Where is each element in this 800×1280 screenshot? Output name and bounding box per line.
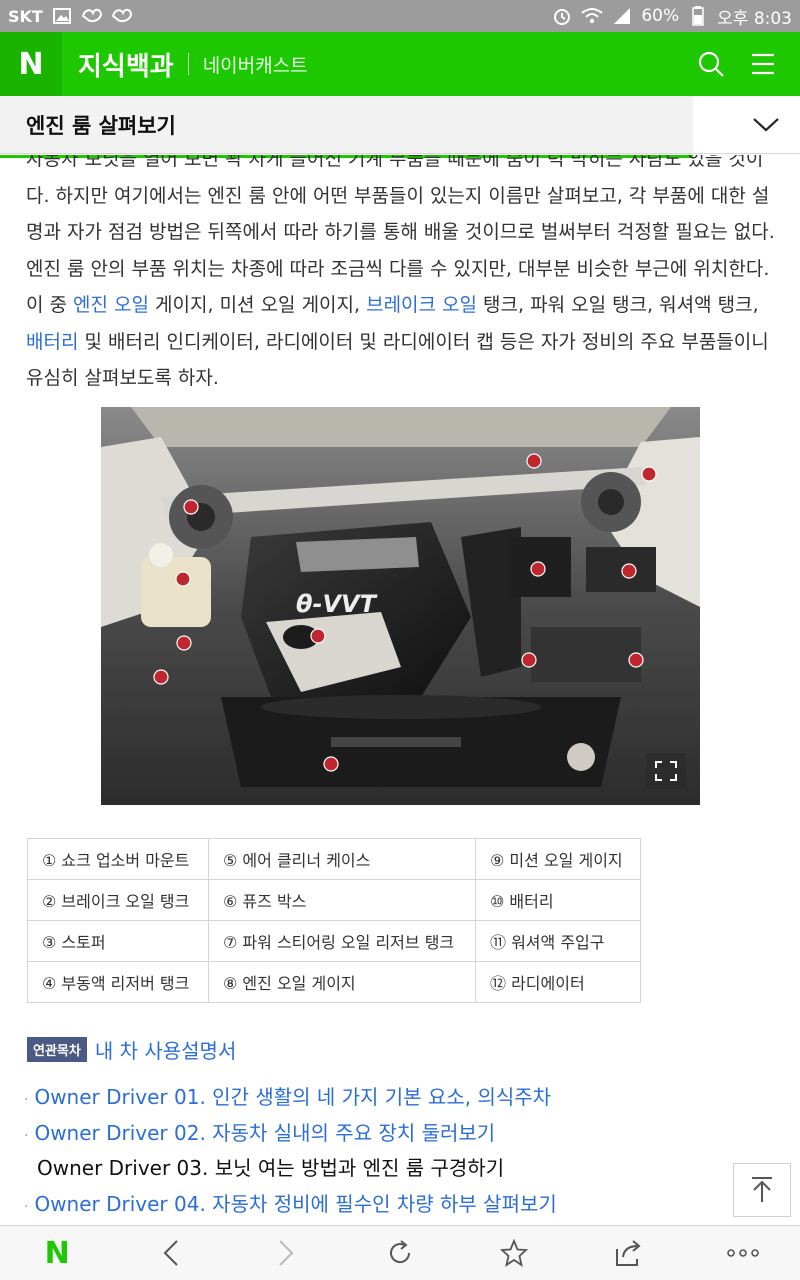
share-button[interactable] <box>599 1228 659 1278</box>
site-subtitle[interactable]: 네이버캐스트 <box>203 51 308 78</box>
chevron-down-icon <box>753 118 779 132</box>
engine-room-photo[interactable]: θ-VVT <box>101 407 700 805</box>
table-cell: ⑧ 엔진 오일 게이지 <box>208 961 476 1003</box>
forward-icon <box>278 1240 294 1266</box>
related-badge: 연관목차 <box>27 1037 87 1062</box>
table-cell: ② 브레이크 오일 탱크 <box>27 879 209 921</box>
related-book-link[interactable]: 내 차 사용설명서 <box>95 1035 237 1064</box>
table-cell: ⑩ 배터리 <box>475 879 641 921</box>
image-icon <box>51 6 73 26</box>
table-row: ③ 스토퍼 ⑦ 파워 스티어링 오일 리저브 탱크 ⑪ 워셔액 주입구 <box>27 920 641 962</box>
bird-icon <box>111 6 133 26</box>
table-cell: ⑪ 워셔액 주입구 <box>475 920 641 962</box>
toc-item[interactable]: · Owner Driver 04. 자동차 정비에 필수인 차량 하부 살펴보기 <box>24 1187 784 1223</box>
search-icon <box>698 51 724 77</box>
site-title[interactable]: 지식백과 <box>78 46 174 83</box>
table-cell: ⑤ 에어 클리너 케이스 <box>208 838 476 880</box>
back-icon <box>164 1240 179 1266</box>
menu-button[interactable] <box>748 49 778 79</box>
wifi-icon <box>581 6 603 26</box>
refresh-button[interactable] <box>370 1228 430 1278</box>
arrow-up-icon <box>752 1177 772 1202</box>
toc-item[interactable]: · Owner Driver 02. 자동차 실내의 주요 장치 둘러보기 <box>24 1116 784 1152</box>
naver-logo-button[interactable]: N <box>0 32 62 96</box>
article-paragraph: 자동차 보닛을 열어 보면 꽉 차게 들어선 기계 부품들 때문에 숨이 턱 막… <box>26 155 775 389</box>
toc-item[interactable]: · Owner Driver 01. 인간 생활의 네 가지 기본 요소, 의식주… <box>24 1080 784 1116</box>
table-cell: ⑦ 파워 스티어링 오일 리저브 탱크 <box>208 920 476 962</box>
table-cell: ⑨ 미션 오일 게이지 <box>475 838 641 880</box>
title-divider <box>187 53 189 75</box>
table-cell: ① 쇼크 업소버 마운트 <box>27 838 209 880</box>
table-cell: ⑥ 퓨즈 박스 <box>208 879 476 921</box>
article-content: 자동차 보닛을 열어 보면 꽉 차게 들어선 기계 부품들 때문에 숨이 턱 막… <box>0 155 800 1225</box>
expand-icon <box>655 761 677 781</box>
alarm-icon <box>551 6 573 26</box>
status-bar: SKT 60% 오후 8:03 <box>0 0 800 32</box>
bird-icon <box>81 6 103 26</box>
table-cell: ⑫ 라디에이터 <box>475 961 641 1003</box>
table-cell: ④ 부동액 리저버 탱크 <box>27 961 209 1003</box>
parts-legend-table: ① 쇼크 업소버 마운트 ⑤ 에어 클리너 케이스 ⑨ 미션 오일 게이지 ② … <box>27 838 641 1003</box>
scroll-to-top-button[interactable] <box>733 1163 791 1217</box>
refresh-icon <box>390 1240 410 1264</box>
battery-percent: 60% <box>641 6 680 26</box>
naver-home-icon: N <box>44 1235 70 1271</box>
section-title: 엔진 룸 살펴보기 <box>26 113 176 138</box>
search-button[interactable] <box>696 49 726 79</box>
carrier-label: SKT <box>8 6 43 26</box>
naver-logo: N <box>18 46 44 82</box>
naver-home-button[interactable]: N <box>27 1228 87 1278</box>
bookmark-button[interactable] <box>484 1228 544 1278</box>
share-icon <box>615 1240 641 1266</box>
hamburger-menu-icon <box>752 53 774 75</box>
expand-image-button[interactable] <box>646 753 686 789</box>
more-icon <box>727 1249 759 1257</box>
link-engine-oil[interactable]: 엔진 오일 <box>73 294 149 316</box>
browser-toolbar: N <box>0 1225 800 1280</box>
signal-icon <box>611 6 633 26</box>
related-contents-header: 연관목차 내 차 사용설명서 <box>27 1035 236 1064</box>
link-brake-oil[interactable]: 브레이크 오일 <box>366 294 477 316</box>
table-row: ④ 부동액 리저버 탱크 ⑧ 엔진 오일 게이지 ⑫ 라디에이터 <box>27 961 641 1003</box>
clock: 오후 8:03 <box>717 8 792 29</box>
related-toc-list: · Owner Driver 01. 인간 생활의 네 가지 기본 요소, 의식주… <box>24 1080 784 1222</box>
table-cell: ③ 스토퍼 <box>27 920 209 962</box>
section-toggle-button[interactable] <box>750 110 782 140</box>
back-button[interactable] <box>141 1228 201 1278</box>
bookmark-star-icon <box>500 1239 529 1267</box>
forward-button[interactable] <box>256 1228 316 1278</box>
table-row: ① 쇼크 업소버 마운트 ⑤ 에어 클리너 케이스 ⑨ 미션 오일 게이지 <box>27 838 641 880</box>
more-button[interactable] <box>713 1228 773 1278</box>
link-battery[interactable]: 배터리 <box>26 331 78 353</box>
section-bar: 엔진 룸 살펴보기 <box>0 96 800 154</box>
app-header: N 지식백과 네이버캐스트 <box>0 32 800 96</box>
toc-item-current: Owner Driver 03. 보닛 여는 방법과 엔진 룸 구경하기 <box>37 1156 505 1180</box>
battery-icon <box>687 6 709 26</box>
table-row: ② 브레이크 오일 탱크 ⑥ 퓨즈 박스 ⑩ 배터리 <box>27 879 641 921</box>
